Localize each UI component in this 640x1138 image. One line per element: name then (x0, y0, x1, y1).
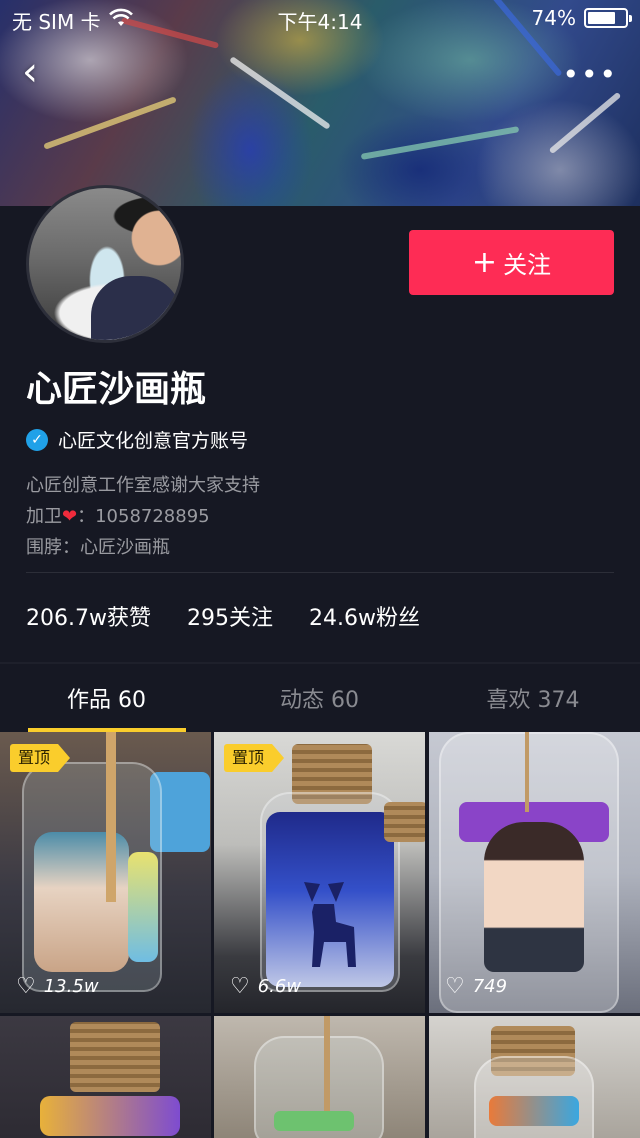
bio-line-contact: 加卫❤：1058728895 (26, 506, 210, 527)
deer-silhouette (304, 882, 356, 967)
plus-icon: + (471, 244, 498, 280)
status-bar: 无 SIM 卡 下午4:14 74% (0, 0, 640, 36)
heart-outline-icon: ♡ (445, 974, 465, 999)
followers-count[interactable]: 24.6w粉丝 (309, 600, 420, 632)
tab-works[interactable]: 作品 60 (0, 664, 213, 732)
avatar[interactable] (26, 185, 184, 343)
pinned-badge: 置顶 (224, 744, 285, 772)
video-thumbnail[interactable] (214, 1016, 425, 1138)
chevron-left-icon: ‹ (22, 49, 38, 95)
profile-stats: 206.7w获赞 295关注 24.6w粉丝 (26, 600, 420, 632)
back-button[interactable]: ‹ (22, 52, 62, 96)
verified-label: 心匠文化创意官方账号 (58, 430, 249, 452)
heart-outline-icon: ♡ (230, 974, 250, 999)
video-like-count: ♡ 749 (445, 974, 508, 999)
pinned-badge: 置顶 (10, 744, 71, 772)
more-dots-icon: ••• (562, 58, 618, 91)
profile-tabs: 作品 60 动态 60 喜欢 374 (0, 664, 640, 732)
verified-row: ✓ 心匠文化创意官方账号 (26, 426, 248, 453)
follow-button[interactable]: + 关注 (409, 230, 614, 295)
heart-outline-icon: ♡ (16, 974, 36, 999)
verified-check-icon: ✓ (26, 428, 48, 451)
profile-bio: 心匠创意工作室感谢大家支持 加卫❤：1058728895 围脖：心匠沙画瓶 (26, 470, 260, 563)
video-like-count: ♡ 13.5w (16, 974, 99, 999)
battery-icon (584, 8, 632, 28)
video-thumbnail[interactable]: 置顶 ♡ 6.6w (214, 732, 425, 1013)
bio-line: 围脖：心匠沙画瓶 (26, 537, 170, 558)
video-thumbnail[interactable]: ♡ 749 (429, 732, 640, 1013)
video-thumbnail[interactable] (0, 1016, 211, 1138)
divider (26, 572, 614, 573)
tab-liked[interactable]: 喜欢 374 (426, 664, 640, 732)
profile-name: 心匠沙画瓶 (26, 369, 207, 410)
video-like-count: ♡ 6.6w (230, 974, 302, 999)
bio-line: 心匠创意工作室感谢大家支持 (26, 475, 260, 496)
video-thumbnail[interactable]: 置顶 ♡ 13.5w (0, 732, 211, 1013)
red-heart-icon: ❤ (62, 506, 78, 527)
follow-label: 关注 (503, 251, 552, 279)
likes-count[interactable]: 206.7w获赞 (26, 600, 151, 632)
more-button[interactable]: ••• (562, 58, 618, 91)
following-count[interactable]: 295关注 (187, 600, 273, 632)
battery-percent: 74% (531, 6, 576, 30)
tab-activity[interactable]: 动态 60 (213, 664, 426, 732)
video-thumbnail[interactable] (429, 1016, 640, 1138)
